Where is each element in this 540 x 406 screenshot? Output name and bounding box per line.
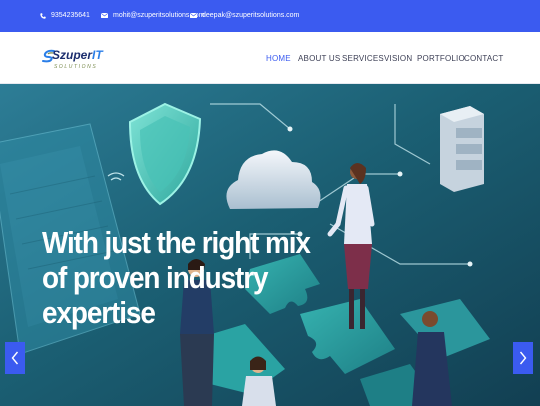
logo-suffix: IT (92, 48, 103, 62)
main-navbar: SzuperIT SOLUTIONS HOME ABOUT US SERVICE… (0, 32, 540, 84)
logo-tagline: SOLUTIONS (54, 64, 98, 70)
top-contact-bar: 9354235641 mohit@szuperitsolutions.com d… (0, 0, 540, 32)
slider-next-button[interactable] (513, 342, 533, 374)
chevron-left-icon (11, 351, 19, 365)
phone-number: 9354235641 (51, 12, 90, 19)
email-contact-1[interactable]: mohit@szuperitsolutions.com (101, 12, 205, 19)
nav-vision[interactable]: VISION (384, 54, 412, 63)
chevron-right-icon (519, 351, 527, 365)
nav-services[interactable]: SERVICES (342, 54, 384, 63)
phone-contact[interactable]: 9354235641 (40, 12, 90, 19)
logo-prefix: Szuper (52, 48, 93, 62)
nav-portfolio[interactable]: PORTFOLIO (417, 54, 465, 63)
email-address-2: deepak@szuperitsolutions.com (202, 12, 300, 19)
hero-headline: With just the right mix of proven indust… (42, 225, 312, 330)
envelope-icon (190, 13, 197, 18)
nav-about-us[interactable]: ABOUT US (298, 54, 340, 63)
slider-prev-button[interactable] (5, 342, 25, 374)
nav-contact[interactable]: CONTACT (464, 54, 503, 63)
logo-wordmark: SzuperIT (52, 48, 103, 62)
headline-line-1: With just the right mix (42, 225, 311, 260)
headline-line-2: of proven industry (42, 260, 269, 295)
hero-slider: With just the right mix of proven indust… (0, 84, 540, 406)
email-contact-2[interactable]: deepak@szuperitsolutions.com (190, 12, 299, 19)
brand-logo[interactable]: SzuperIT SOLUTIONS (42, 48, 103, 76)
phone-icon (40, 12, 46, 19)
nav-home[interactable]: HOME (266, 54, 291, 63)
headline-line-3: expertise (42, 295, 156, 330)
envelope-icon (101, 13, 108, 18)
